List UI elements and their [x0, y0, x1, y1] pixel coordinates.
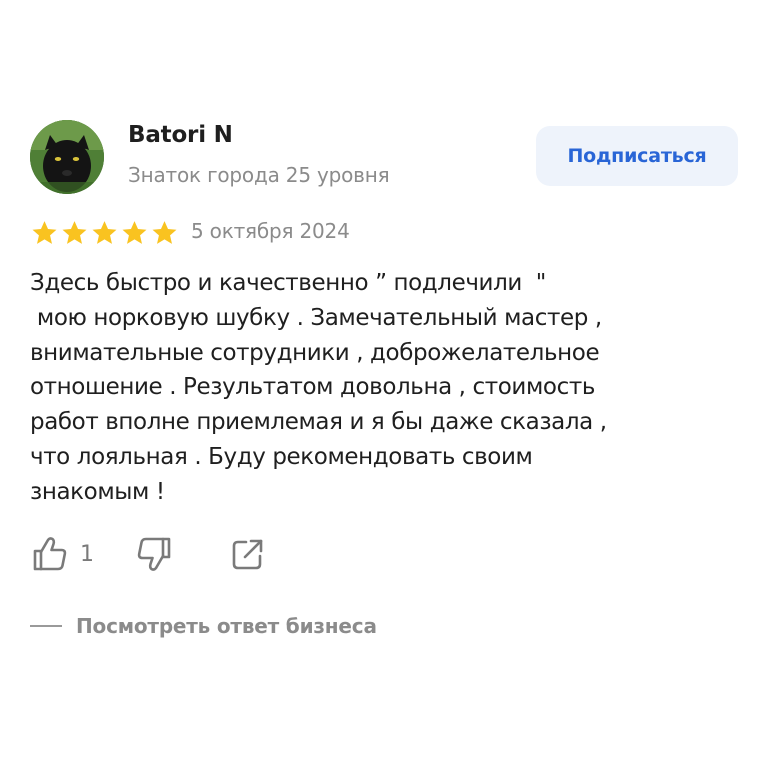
review-card: Batori N Знаток города 25 уровня Подписа… — [0, 0, 768, 768]
business-reply-link[interactable]: Посмотреть ответ бизнеса — [30, 614, 377, 638]
like-count: 1 — [80, 541, 94, 567]
share-icon — [232, 539, 263, 570]
author-avatar[interactable] — [30, 120, 104, 194]
star-rating — [30, 218, 180, 248]
review-text-line: мою норковую шубку . Замечательный масте… — [30, 304, 602, 331]
author-name[interactable]: Batori N — [128, 122, 233, 148]
review-text-line: что лояльная . Буду рекомендовать своим — [30, 443, 533, 470]
review-text-line: Здесь быстро и качественно ” подлечили " — [30, 270, 546, 296]
star-icon — [62, 220, 87, 244]
review-text-line: отношение . Результатом довольна , стоим… — [30, 374, 595, 401]
star-icon — [152, 220, 177, 244]
panther-avatar-icon — [30, 120, 104, 194]
review-text-line: знакомым ! — [30, 478, 165, 505]
business-reply-label: Посмотреть ответ бизнеса — [76, 614, 377, 638]
divider-dash — [30, 625, 62, 627]
review-text-line: работ вполне приемлемая и я бы даже сказ… — [30, 409, 607, 436]
star-icon — [122, 220, 147, 244]
thumbs-up-icon — [33, 537, 67, 571]
review-text: Здесь быстро и качественно ” подлечили "… — [30, 266, 730, 510]
review-date: 5 октября 2024 — [191, 219, 350, 243]
dislike-button[interactable] — [134, 534, 174, 574]
author-level: Знаток города 25 уровня — [128, 163, 390, 187]
like-button[interactable]: 1 — [30, 534, 94, 574]
star-icon — [92, 220, 117, 244]
share-button[interactable] — [228, 534, 268, 574]
subscribe-button[interactable]: Подписаться — [536, 126, 738, 186]
review-text-line: внимательные сотрудники , доброжелательн… — [30, 339, 600, 366]
thumbs-down-icon — [137, 537, 171, 571]
star-icon — [32, 220, 57, 244]
